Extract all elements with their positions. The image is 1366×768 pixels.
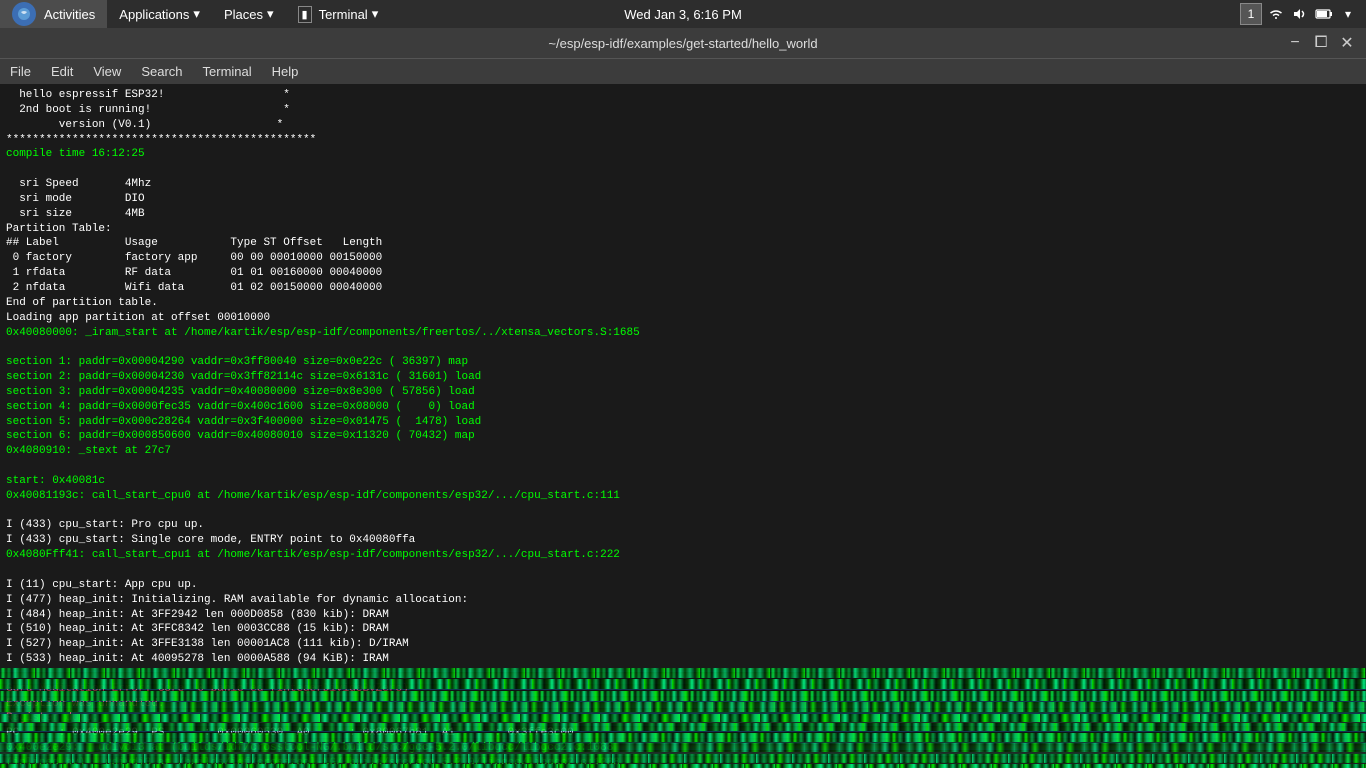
network-icon[interactable] [1266,4,1286,24]
menu-help[interactable]: Help [262,59,309,85]
system-bar: Activities Applications ▾ Places ▾ ▮ Ter… [0,0,1366,28]
gnome-activities-button[interactable]: Activities [0,0,107,28]
terminal-title: ~/esp/esp-idf/examples/get-started/hello… [548,36,817,51]
terminal-menubar: File Edit View Search Terminal Help [0,58,1366,84]
menu-terminal[interactable]: Terminal [193,59,262,85]
terminal-content[interactable]: hello espressif ESP32! * 2nd boot is run… [0,84,1366,768]
battery-icon[interactable] [1314,4,1334,24]
volume-icon[interactable] [1290,4,1310,24]
close-button[interactable]: ✕ [1336,32,1358,54]
terminal-label: Terminal [319,7,368,22]
workspace-indicator[interactable]: 1 [1240,3,1262,25]
terminal-output: hello espressif ESP32! * 2nd boot is run… [0,84,1366,768]
terminal-icon: ▮ [298,6,312,23]
places-arrow: ▾ [267,6,274,22]
terminal-controls: − ⧠ ✕ [1284,32,1358,54]
menu-edit[interactable]: Edit [41,59,83,85]
places-label: Places [224,7,263,22]
applications-menu[interactable]: Applications ▾ [107,0,212,28]
system-bar-left: Activities Applications ▾ Places ▾ ▮ Ter… [0,0,390,28]
activities-label: Activities [44,7,95,22]
menu-search[interactable]: Search [131,59,192,85]
menu-view[interactable]: View [83,59,131,85]
restore-button[interactable]: ⧠ [1310,32,1332,54]
gnome-icon [12,2,36,26]
glitch-section [0,668,1366,768]
menu-file[interactable]: File [0,59,41,85]
system-datetime: Wed Jan 3, 6:16 PM [624,7,742,22]
terminal-window: ~/esp/esp-idf/examples/get-started/hello… [0,28,1366,768]
applications-arrow: ▾ [193,6,200,22]
terminal-menu[interactable]: ▮ Terminal ▾ [286,0,391,28]
applications-label: Applications [119,7,189,22]
minimize-button[interactable]: − [1284,32,1306,54]
system-bar-right: 1 ▾ [1240,3,1366,25]
terminal-arrow: ▾ [372,6,379,22]
power-arrow-icon[interactable]: ▾ [1338,4,1358,24]
terminal-titlebar: ~/esp/esp-idf/examples/get-started/hello… [0,28,1366,58]
places-menu[interactable]: Places ▾ [212,0,286,28]
